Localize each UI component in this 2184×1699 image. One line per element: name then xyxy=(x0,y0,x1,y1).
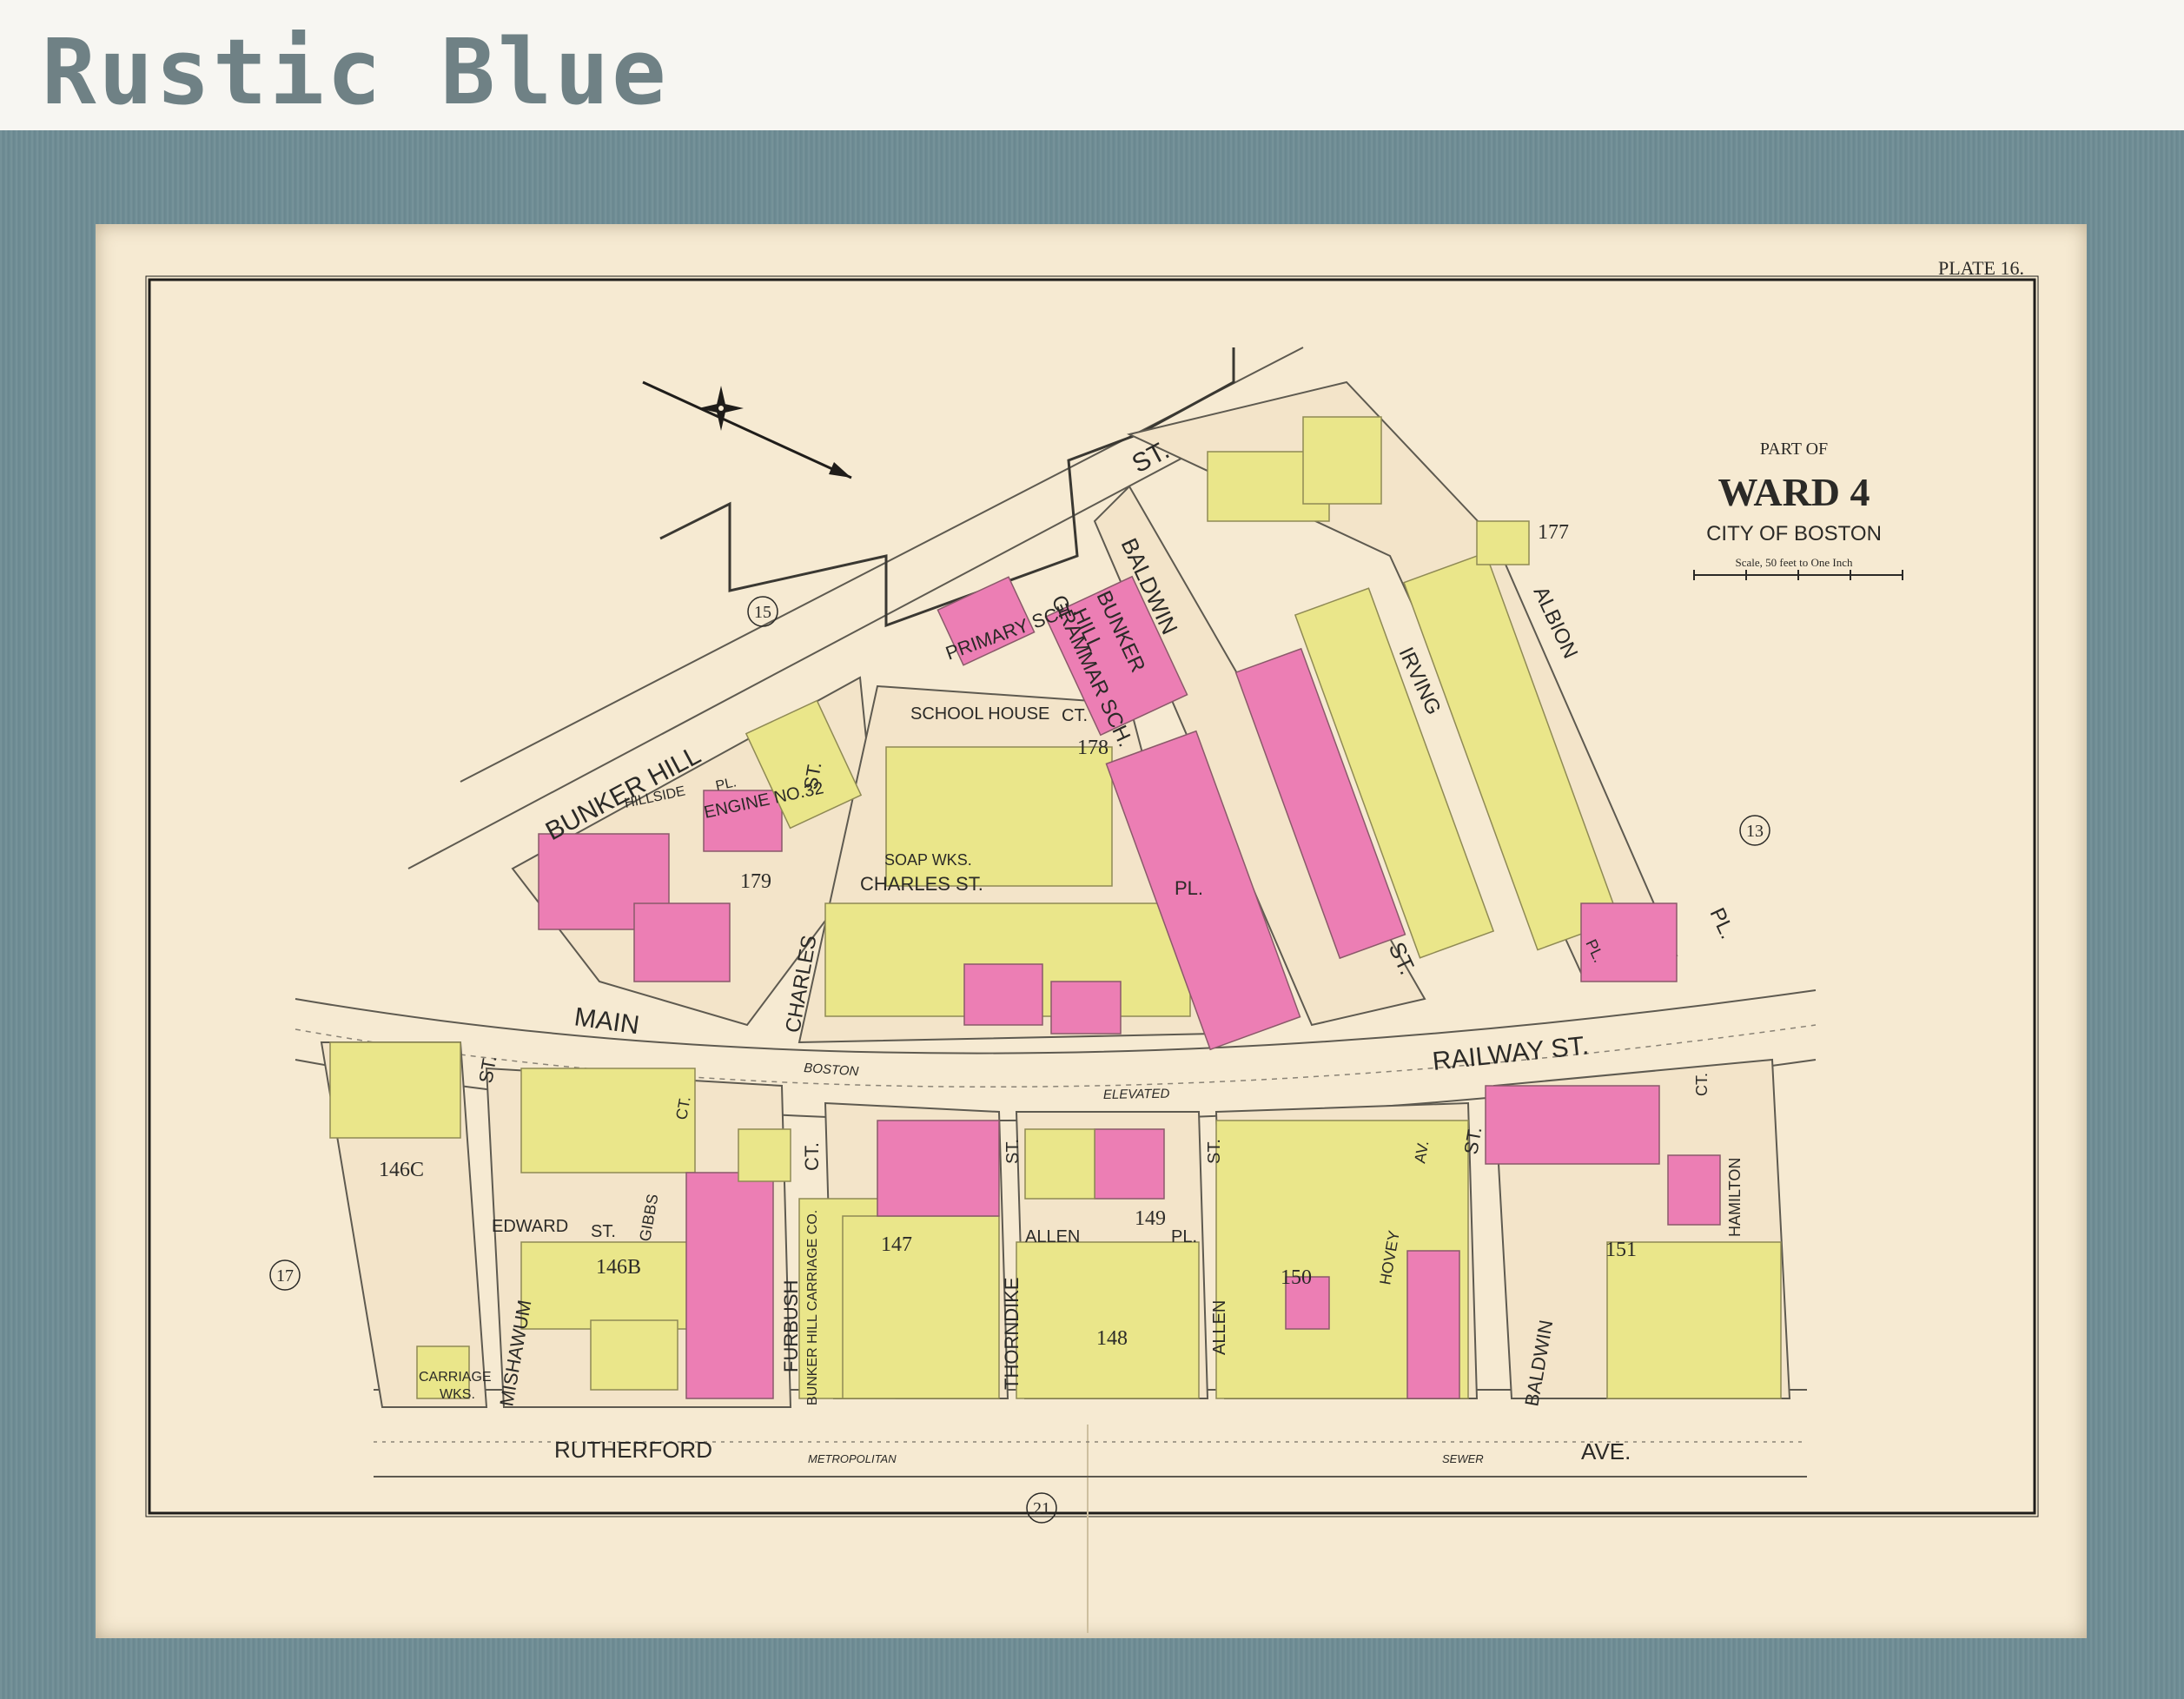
adjacent-plate-21: 21 xyxy=(1033,1499,1050,1518)
sewer-label: SEWER xyxy=(1442,1452,1484,1465)
ave-label: AVE. xyxy=(1581,1438,1631,1464)
block-number-177: 177 xyxy=(1538,521,1569,544)
boston-elevated-label-2: ELEVATED xyxy=(1103,1087,1170,1102)
hamilton-ct-suffix: CT. xyxy=(1693,1073,1711,1096)
furbush-label: FURBUSH xyxy=(780,1280,802,1372)
block-number-178: 178 xyxy=(1077,737,1109,759)
boston-elevated-label-1: BOSTON xyxy=(804,1061,859,1079)
block-number-179: 179 xyxy=(740,870,771,893)
block-number-147: 147 xyxy=(881,1233,912,1256)
allen-pl-suffix: PL. xyxy=(1171,1227,1197,1246)
main-st-label: MAIN xyxy=(572,1002,641,1040)
albion-pl-label: PL. xyxy=(1705,904,1740,942)
city-label: CITY OF BOSTON xyxy=(1706,522,1882,545)
ward-title: WARD 4 xyxy=(1717,470,1870,514)
rutherford-label: RUTHERFORD xyxy=(554,1437,712,1463)
furbush-ct-suffix: CT. xyxy=(801,1142,823,1171)
hamilton-label: HAMILTON xyxy=(1726,1158,1744,1237)
block-number-146b: 146B xyxy=(596,1256,641,1279)
edward-st-label: EDWARD xyxy=(492,1217,568,1236)
compass-rose-icon xyxy=(642,380,852,479)
allen-st-label: ALLEN xyxy=(1210,1300,1229,1355)
carriage-works-label-1: CARRIAGE xyxy=(419,1370,492,1385)
block-number-151: 151 xyxy=(1605,1239,1637,1261)
adjacent-plate-13: 13 xyxy=(1746,822,1764,841)
edward-st-suffix: ST. xyxy=(591,1222,616,1241)
school-house-label: SCHOOL HOUSE xyxy=(910,704,1049,724)
scale-label: Scale, 50 feet to One Inch xyxy=(1735,556,1853,569)
charles-st-pl-label: CHARLES ST. xyxy=(860,873,983,895)
carriage-works-label-2: WKS. xyxy=(440,1387,475,1402)
school-house-ct-suffix: CT. xyxy=(1062,706,1088,725)
adjacent-plate-15: 15 xyxy=(754,603,771,622)
railway-st-label: RAILWAY ST. xyxy=(1431,1031,1590,1076)
carriage-co-label: BUNKER HILL CARRIAGE CO. xyxy=(805,1210,820,1405)
ward-map: PART OF WARD 4 CITY OF BOSTON Scale, 50 … xyxy=(145,257,2039,1633)
allen-st-suffix: ST. xyxy=(1205,1139,1224,1164)
soap-works-label: SOAP WKS. xyxy=(884,851,972,869)
right-st-label: ST. xyxy=(1459,1125,1486,1156)
charles-st-pl-suffix: PL. xyxy=(1175,877,1203,899)
adjacent-plate-17: 17 xyxy=(276,1266,294,1286)
plate-number: PLATE 16. xyxy=(1938,257,2024,279)
block-number-149: 149 xyxy=(1135,1207,1166,1230)
allen-pl-label: ALLEN xyxy=(1025,1227,1080,1246)
part-of-label: PART OF xyxy=(1760,440,1828,459)
block-number-146c: 146C xyxy=(379,1159,424,1181)
block-number-148: 148 xyxy=(1096,1327,1128,1350)
thorndike-st-suffix: ST. xyxy=(1003,1139,1023,1164)
block-number-150: 150 xyxy=(1281,1266,1312,1289)
metropolitan-label: METROPOLITAN xyxy=(808,1452,897,1465)
thorndike-label: THORNDIKE xyxy=(1001,1277,1023,1390)
scale-bar xyxy=(1693,570,1903,580)
